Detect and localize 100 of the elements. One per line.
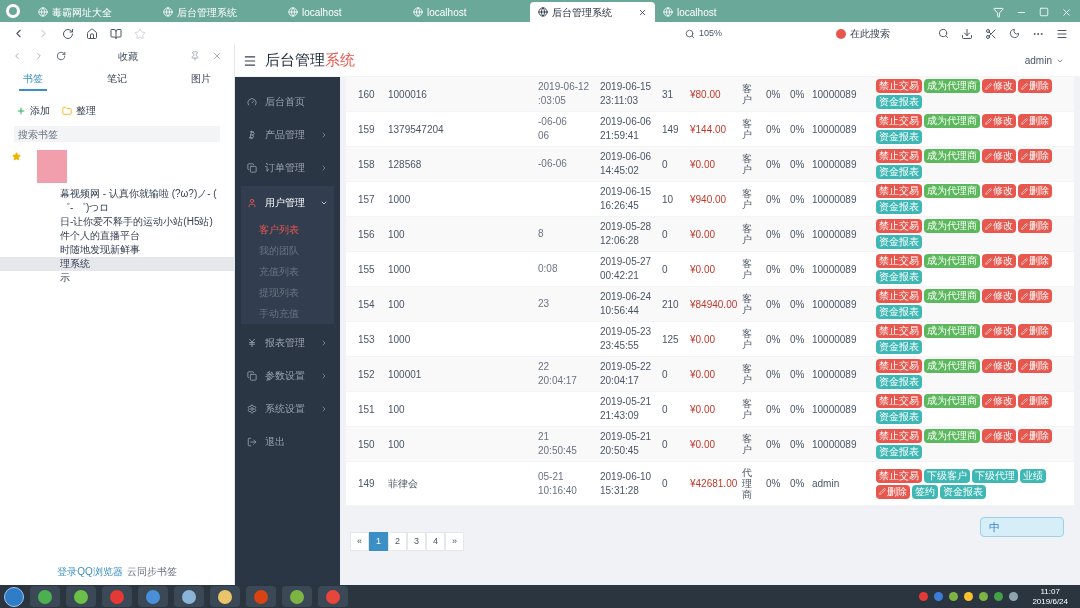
page-button[interactable]: 4	[426, 532, 445, 551]
taskbar-app-icon[interactable]	[210, 586, 240, 607]
action-button[interactable]: 禁止交易	[876, 359, 922, 373]
action-button[interactable]: 修改	[982, 79, 1016, 93]
menu-item[interactable]: 参数设置	[241, 359, 334, 392]
menu-item[interactable]: 订单管理	[241, 151, 334, 184]
action-button[interactable]: 成为代理商	[924, 394, 980, 408]
action-button[interactable]: 资金报表	[876, 305, 922, 319]
action-button[interactable]: 资金报表	[876, 340, 922, 354]
action-button[interactable]: 资金报表	[876, 95, 922, 109]
panel-tab[interactable]: 图片	[187, 71, 215, 91]
scissors-icon[interactable]	[985, 27, 997, 40]
zoom-level[interactable]: 105%	[698, 26, 722, 41]
bookmark-item[interactable]: 示	[0, 271, 234, 285]
action-button[interactable]: 修改	[982, 324, 1016, 338]
action-button[interactable]: 删除	[1018, 219, 1052, 233]
organize-button[interactable]: 整理	[62, 103, 96, 118]
action-button[interactable]: 禁止交易	[876, 468, 922, 483]
action-button[interactable]: 删除	[876, 484, 910, 499]
taskbar-app-icon[interactable]	[30, 586, 60, 607]
action-button[interactable]: 签约	[912, 484, 938, 499]
action-button[interactable]: 修改	[982, 219, 1016, 233]
menu-icon[interactable]	[1056, 27, 1068, 40]
action-button[interactable]: 资金报表	[876, 445, 922, 459]
start-button[interactable]	[4, 586, 24, 607]
bookmark-item[interactable]: 时随地发现新鲜事	[0, 243, 234, 257]
action-button[interactable]: 修改	[982, 149, 1016, 163]
taskbar-app-icon[interactable]	[66, 586, 96, 607]
action-button[interactable]: 禁止交易	[876, 79, 922, 93]
action-button[interactable]: 修改	[982, 114, 1016, 128]
action-button[interactable]: 修改	[982, 289, 1016, 303]
action-button[interactable]: 删除	[1018, 394, 1052, 408]
action-button[interactable]: 成为代理商	[924, 184, 980, 198]
action-button[interactable]: 成为代理商	[924, 324, 980, 338]
action-button[interactable]: 删除	[1018, 324, 1052, 338]
action-button[interactable]: 删除	[1018, 114, 1052, 128]
add-button[interactable]: 添加	[16, 103, 50, 118]
action-button[interactable]: 业绩	[1020, 468, 1046, 483]
page-button[interactable]: «	[350, 532, 369, 551]
action-button[interactable]: 禁止交易	[876, 394, 922, 408]
search-field[interactable]: 搜索书签	[14, 126, 220, 142]
action-button[interactable]: 修改	[982, 394, 1016, 408]
action-button[interactable]: 删除	[1018, 289, 1052, 303]
action-button[interactable]: 修改	[982, 429, 1016, 443]
action-button[interactable]: 资金报表	[876, 410, 922, 424]
action-button[interactable]: 资金报表	[876, 200, 922, 214]
reload-icon[interactable]	[62, 27, 74, 40]
download-icon[interactable]	[961, 27, 973, 40]
action-button[interactable]: 成为代理商	[924, 289, 980, 303]
action-button[interactable]: 成为代理商	[924, 79, 980, 93]
action-button[interactable]: 禁止交易	[876, 219, 922, 233]
page-button[interactable]: 2	[388, 532, 407, 551]
menu-item[interactable]: 后台首页	[241, 85, 334, 118]
action-button[interactable]: 资金报表	[876, 270, 922, 284]
browser-tab[interactable]: 毒霸网址大全	[30, 2, 155, 22]
panel-tab[interactable]: 笔记	[103, 71, 131, 91]
panel-tab[interactable]: 书签	[19, 71, 47, 91]
bookmark-item[interactable]: 幕视频网 - 认真你就输啦 (?ω?)ノ- ( ゜- ゜)つロ	[0, 187, 234, 215]
bookmark-item[interactable]: 件个人的直播平台	[0, 229, 234, 243]
star-icon[interactable]	[134, 27, 146, 40]
menu-item[interactable]: 产品管理	[241, 118, 334, 151]
action-button[interactable]: 删除	[1018, 429, 1052, 443]
menu-item[interactable]: 系统设置	[241, 392, 334, 425]
action-button[interactable]: 删除	[1018, 149, 1052, 163]
action-button[interactable]: 成为代理商	[924, 359, 980, 373]
action-button[interactable]: 资金报表	[876, 165, 922, 179]
action-button[interactable]: 成为代理商	[924, 114, 980, 128]
action-button[interactable]: 修改	[982, 359, 1016, 373]
action-button[interactable]: 禁止交易	[876, 289, 922, 303]
moon-icon[interactable]	[1009, 28, 1020, 39]
action-button[interactable]: 下级客户	[924, 468, 970, 483]
action-button[interactable]: 修改	[982, 184, 1016, 198]
menu-item[interactable]: 退出	[241, 425, 334, 458]
action-button[interactable]: 下级代理	[972, 468, 1018, 483]
action-button[interactable]: 禁止交易	[876, 114, 922, 128]
page-button[interactable]: »	[445, 532, 464, 551]
action-button[interactable]: 资金报表	[876, 235, 922, 249]
taskbar-app-icon[interactable]	[138, 586, 168, 607]
action-button[interactable]: 删除	[1018, 184, 1052, 198]
action-button[interactable]: 禁止交易	[876, 149, 922, 163]
menu-item[interactable]: 用户管理	[241, 186, 334, 219]
action-button[interactable]: 禁止交易	[876, 324, 922, 338]
login-link[interactable]: 登录QQ浏览器	[57, 564, 123, 579]
action-button[interactable]: 资金报表	[940, 484, 986, 499]
search-icon[interactable]	[938, 28, 949, 39]
browser-tab[interactable]: localhost	[280, 2, 405, 22]
search-field[interactable]: 在此搜索	[836, 26, 926, 41]
taskbar-app-icon[interactable]	[318, 586, 348, 607]
action-button[interactable]: 成为代理商	[924, 149, 980, 163]
action-button[interactable]: 禁止交易	[876, 184, 922, 198]
bookmark-item[interactable]: 理系统	[0, 257, 234, 271]
submenu-item[interactable]: 客户列表	[241, 219, 334, 240]
reload-icon[interactable]	[56, 51, 66, 61]
action-button[interactable]: 成为代理商	[924, 254, 980, 268]
ime-toolbar[interactable]: 中	[980, 517, 1064, 537]
menu-icon[interactable]	[243, 53, 257, 68]
action-button[interactable]: 禁止交易	[876, 254, 922, 268]
action-button[interactable]: 删除	[1018, 79, 1052, 93]
action-button[interactable]: 成为代理商	[924, 219, 980, 233]
action-button[interactable]: 删除	[1018, 254, 1052, 268]
